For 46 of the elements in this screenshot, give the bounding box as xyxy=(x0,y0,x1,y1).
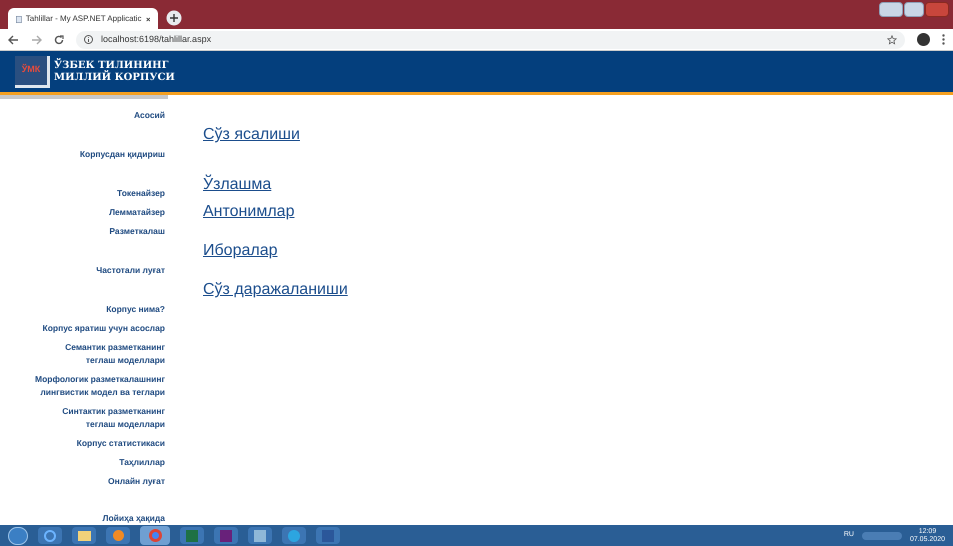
sidebar-link[interactable]: Корпус яратиш учун асослар xyxy=(42,322,165,336)
url-text: localhost:6198/tahlillar.aspx xyxy=(101,33,212,46)
sidebar-link[interactable]: Токенайзер xyxy=(117,187,165,200)
sidebar-link[interactable]: Корпус статистикаси xyxy=(76,437,165,450)
sidebar-link[interactable]: Таҳлиллар xyxy=(119,456,165,470)
sidebar-link[interactable]: Семантик разметканинг теглаш моделлари xyxy=(65,341,165,368)
tab-title: Tahlillar - My ASP.NET Applicatic xyxy=(26,13,142,26)
maximize-button[interactable] xyxy=(904,2,924,17)
site-title: МИЛЛИЙ КОРПУСИ xyxy=(54,72,175,84)
sidebar-link[interactable]: Синтактик разметканинг теглаш моделлари xyxy=(62,405,165,432)
menu-icon[interactable] xyxy=(942,34,945,46)
content-link[interactable]: Сўз ясалиши xyxy=(203,125,348,146)
content-link[interactable]: Ўзлашма xyxy=(203,175,348,196)
sidebar-link[interactable]: Разметкалаш xyxy=(109,225,165,238)
content-link[interactable]: Сўз даражаланиши xyxy=(203,280,348,300)
taskbar-app-icon[interactable] xyxy=(248,527,272,544)
browser-tab[interactable]: Tahlillar - My ASP.NET Applicatic xyxy=(8,8,158,30)
close-icon[interactable] xyxy=(146,16,150,23)
reload-icon[interactable] xyxy=(54,34,64,45)
sidebar-link[interactable]: Онлайн луғат xyxy=(108,475,165,488)
forward-arrow-icon[interactable] xyxy=(31,34,42,45)
taskbar-app-icon[interactable] xyxy=(106,527,130,544)
info-icon xyxy=(84,35,93,44)
sidebar-link[interactable]: Корпус нима? xyxy=(106,303,165,316)
content-link[interactable]: Иборалар xyxy=(203,241,348,262)
sidebar-link[interactable]: Лойиҳа ҳақида xyxy=(102,512,165,526)
taskbar-folder-icon[interactable] xyxy=(72,527,96,544)
address-bar[interactable]: localhost:6198/tahlillar.aspx xyxy=(76,30,905,49)
sidebar-link[interactable]: Корпусдан қидириш xyxy=(80,148,165,162)
start-button[interactable] xyxy=(8,526,28,545)
minimize-button[interactable] xyxy=(879,2,903,17)
taskbar-app-icon[interactable] xyxy=(140,526,170,546)
avatar[interactable] xyxy=(917,33,930,46)
sidebar-link[interactable]: Асосий xyxy=(134,109,165,122)
star-icon[interactable] xyxy=(887,34,897,45)
sidebar-link[interactable]: Лемматайзер xyxy=(109,206,165,220)
taskbar-app-icon[interactable] xyxy=(38,527,62,544)
taskbar-app-icon[interactable] xyxy=(214,527,238,544)
back-arrow-icon[interactable] xyxy=(8,34,19,45)
new-tab-icon[interactable] xyxy=(166,10,182,26)
content-link[interactable]: Антонимлар xyxy=(203,202,348,222)
sidebar-link[interactable]: Морфологик разметкалашнинг лингвистик модел ва теглари xyxy=(35,373,165,400)
site-title: ЎЗБЕК ТИЛИНИНГ xyxy=(54,60,170,71)
page-icon xyxy=(16,14,22,25)
taskbar-app-icon[interactable] xyxy=(282,527,306,544)
sidebar-link[interactable]: Частотали луғат xyxy=(96,264,165,278)
